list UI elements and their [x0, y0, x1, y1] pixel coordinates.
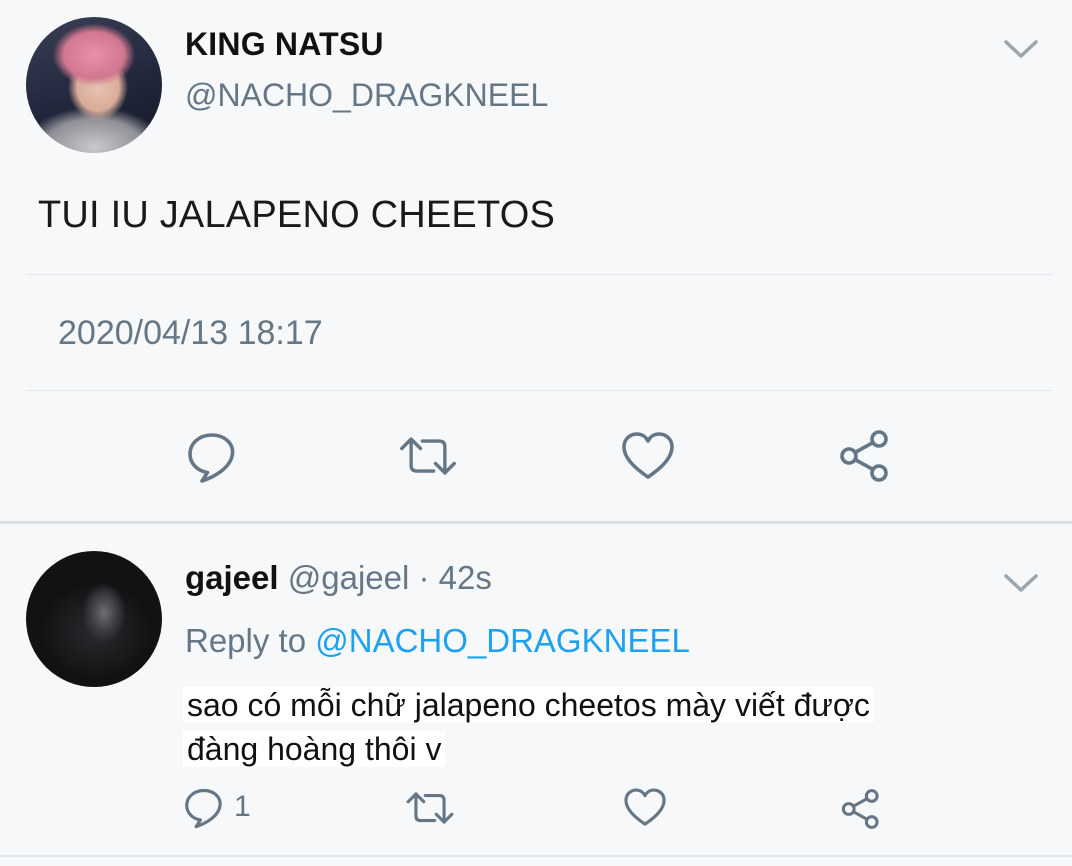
reply-count: 1	[234, 790, 251, 823]
like-button[interactable]	[618, 426, 678, 486]
section-divider	[0, 521, 1072, 524]
divider	[26, 390, 1052, 391]
reply-avatar[interactable]	[26, 551, 162, 687]
reply-time: 42s	[438, 559, 492, 596]
retweet-icon	[406, 792, 454, 824]
reply-button[interactable]: 1	[182, 785, 251, 829]
main-display-name[interactable]: KING NATSU	[185, 26, 384, 63]
heart-icon	[622, 432, 674, 479]
divider	[0, 855, 1072, 857]
reply-icon	[185, 788, 222, 829]
reply-button[interactable]	[182, 426, 242, 486]
main-avatar[interactable]	[26, 17, 162, 153]
heart-icon	[624, 788, 666, 826]
reply-handle[interactable]: @gajeel	[288, 559, 410, 596]
reply-display-name[interactable]: gajeel	[185, 559, 279, 596]
reply-text-line: đàng hoàng thôi v	[183, 731, 446, 767]
like-button[interactable]	[622, 786, 668, 834]
retweet-button[interactable]	[405, 786, 455, 835]
share-icon	[840, 430, 888, 482]
reply-text: sao có mỗi chữ jalapeno cheetos mày viết…	[183, 683, 983, 771]
chevron-down-icon[interactable]	[1003, 571, 1039, 595]
reply-to-line: Reply to @NACHO_DRAGKNEEL	[185, 622, 690, 660]
reply-text-line: sao có mỗi chữ jalapeno cheetos mày viết…	[183, 687, 874, 723]
retweet-icon	[400, 437, 456, 475]
share-button[interactable]	[838, 786, 884, 837]
share-button[interactable]	[835, 426, 895, 486]
reply-icon	[188, 433, 235, 483]
divider	[26, 274, 1052, 275]
tweet-text: TUI IU JALAPENO CHEETOS	[38, 194, 556, 236]
reply-header: gajeel @gajeel · 42s	[185, 559, 492, 597]
retweet-button[interactable]	[398, 426, 458, 486]
reply-to-user-link[interactable]: @NACHO_DRAGKNEEL	[315, 622, 690, 659]
main-handle[interactable]: @NACHO_DRAGKNEEL	[185, 77, 548, 114]
tweet-timestamp: 2020/04/13 18:17	[58, 314, 323, 352]
reply-to-label: Reply to	[185, 622, 307, 659]
chevron-down-icon[interactable]	[1003, 37, 1039, 61]
share-icon	[841, 789, 879, 829]
separator-dot: ·	[418, 559, 430, 596]
